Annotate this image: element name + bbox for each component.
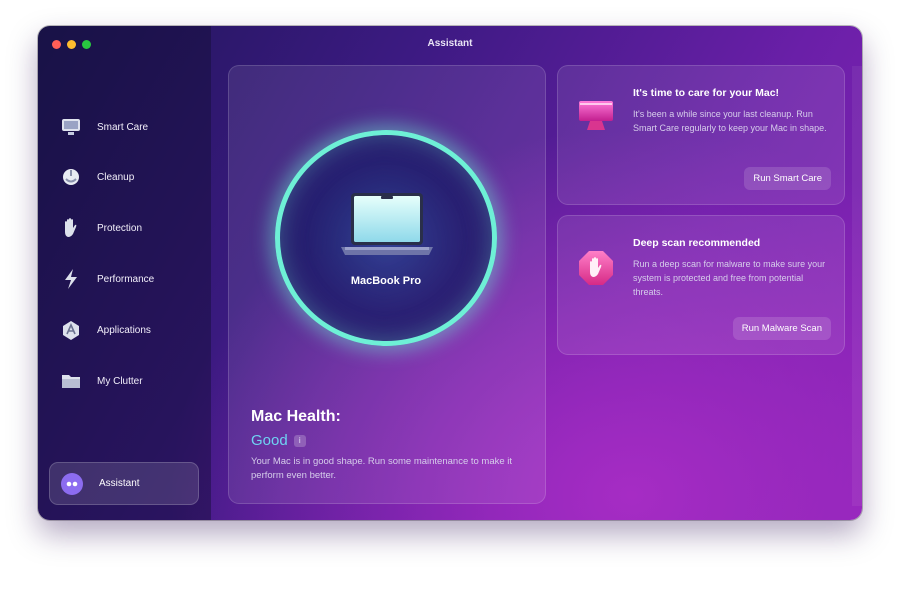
sidebar: Smart Care Cleanup Protection Performanc… [38,26,211,520]
app-window: Smart Care Cleanup Protection Performanc… [38,26,862,520]
scrollbar[interactable] [852,66,862,506]
sidebar-item-protection[interactable]: Protection [58,215,142,241]
card-description: It's been a while since your last cleanu… [633,109,827,133]
device-name: MacBook Pro [350,275,422,287]
my-clutter-icon [58,368,84,394]
sidebar-item-my-clutter[interactable]: My Clutter [58,368,143,394]
sidebar-item-label: Cleanup [97,171,135,183]
sidebar-item-label: Smart Care [97,121,149,133]
sidebar-item-label: Protection [97,222,143,234]
health-ring: MacBook Pro [275,130,497,346]
sidebar-item-label: Applications [97,324,151,336]
sidebar-item-cleanup[interactable]: Cleanup [58,164,134,190]
run-malware-scan-button[interactable]: Run Malware Scan [732,317,831,340]
assistant-icon [59,471,85,497]
stop-hand-icon [576,248,616,293]
health-status: Good i [251,432,306,449]
sidebar-item-smart-care[interactable]: Smart Care [58,114,148,140]
sidebar-item-label: My Clutter [97,375,143,387]
card-title: It's time to care for your Mac! [633,87,780,99]
window-title: Assistant [427,38,473,49]
performance-icon [58,266,84,292]
card-title: Deep scan recommended [633,237,761,249]
monitor-icon [576,98,616,139]
info-button[interactable]: i [293,434,306,447]
applications-icon [58,317,84,343]
card-description: Run a deep scan for malware to make sure… [633,259,826,297]
sidebar-item-label: Performance [97,273,155,285]
mac-health-panel: MacBook Pro Mac Health: Good i Your Mac … [228,65,546,504]
health-description: Your Mac is in good shape. Run some main… [251,456,513,481]
cleanup-icon [58,164,84,190]
smart-care-icon [58,114,84,140]
smart-care-card: It's time to care for your Mac! It's bee… [557,65,845,205]
health-status-text: Good [251,432,288,449]
sidebar-item-label: Assistant [99,478,140,489]
sidebar-item-performance[interactable]: Performance [58,266,154,292]
sidebar-item-applications[interactable]: Applications [58,317,151,343]
health-title: Mac Health: [251,408,341,425]
deep-scan-card: Deep scan recommended Run a deep scan fo… [557,215,845,355]
macbook-icon [337,189,437,274]
run-smart-care-button[interactable]: Run Smart Care [744,167,831,190]
sidebar-item-assistant[interactable]: Assistant [49,462,199,505]
protection-icon [58,215,84,241]
